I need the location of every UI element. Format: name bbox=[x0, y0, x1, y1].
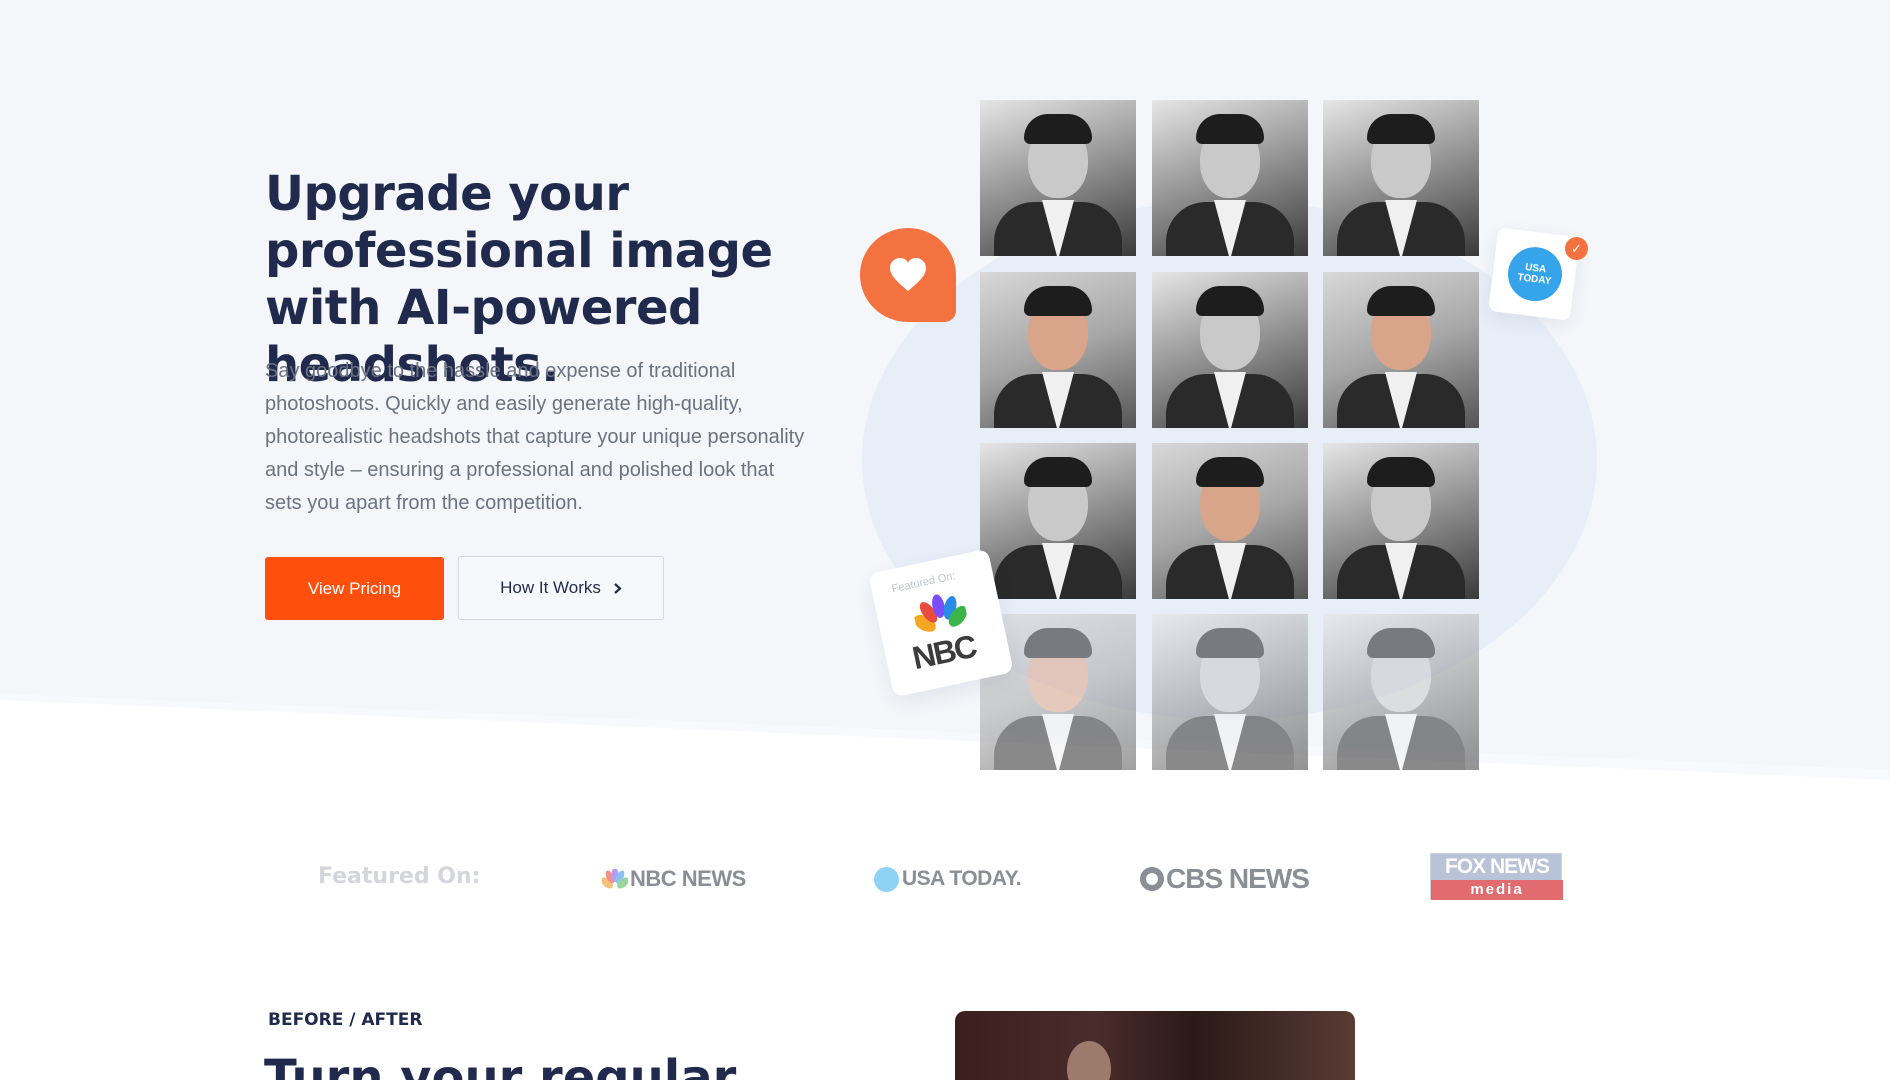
headshot-image bbox=[980, 443, 1136, 599]
headshot-image bbox=[1152, 100, 1308, 256]
headshot-image bbox=[1323, 614, 1479, 770]
nbc-peacock-icon bbox=[602, 869, 628, 889]
usa-today-logo: USA TODAY. bbox=[874, 862, 1022, 896]
view-pricing-label: View Pricing bbox=[307, 578, 402, 598]
hero-subtext: Say goodbye to the hassle and expense of… bbox=[265, 360, 805, 514]
cbs-news-text: CBS NEWS bbox=[1166, 863, 1310, 894]
before-photo bbox=[955, 1011, 1355, 1080]
before-after-title: Turn your regular bbox=[264, 1050, 737, 1080]
fox-news-media-logo: FOX NEWS media bbox=[1430, 853, 1563, 900]
page: Upgrade your professional image with AI-… bbox=[0, 0, 1890, 1080]
nbc-news-logo: NBC NEWS bbox=[602, 862, 746, 896]
headshot-image bbox=[1323, 443, 1479, 599]
headshot-image bbox=[980, 272, 1136, 428]
chevron-right-icon bbox=[614, 582, 622, 594]
headshot-image bbox=[1152, 443, 1308, 599]
fox-media-text: media bbox=[1431, 880, 1563, 900]
view-pricing-button[interactable]: View Pricing bbox=[265, 557, 444, 620]
before-after-label: BEFORE / AFTER bbox=[268, 1010, 423, 1030]
cbs-news-logo: CBS NEWS bbox=[1140, 862, 1310, 896]
nbc-featured-card: Featured On: NBC bbox=[868, 548, 1014, 698]
usa-today-dot-icon bbox=[874, 866, 899, 892]
how-it-works-button[interactable]: How It Works bbox=[458, 556, 664, 620]
how-it-works-label: How It Works bbox=[500, 578, 601, 597]
headshot-image bbox=[980, 100, 1136, 256]
featured-on-label: Featured On: bbox=[318, 864, 481, 889]
headshot-image bbox=[1323, 100, 1479, 256]
checkmark-icon: ✓ bbox=[1565, 237, 1588, 260]
fox-news-text: FOX NEWS bbox=[1444, 855, 1550, 878]
heart-icon bbox=[890, 258, 926, 291]
headshot-image bbox=[1152, 614, 1308, 770]
nbc-news-text: NBC NEWS bbox=[630, 866, 746, 891]
heart-badge bbox=[860, 228, 956, 322]
headshot-image bbox=[1152, 272, 1308, 428]
usa-today-badge: USA TODAY bbox=[1504, 244, 1566, 305]
headshot-image bbox=[1323, 272, 1479, 428]
cbs-eye-icon bbox=[1140, 867, 1164, 891]
usa-today-text: USA TODAY. bbox=[902, 867, 1022, 890]
